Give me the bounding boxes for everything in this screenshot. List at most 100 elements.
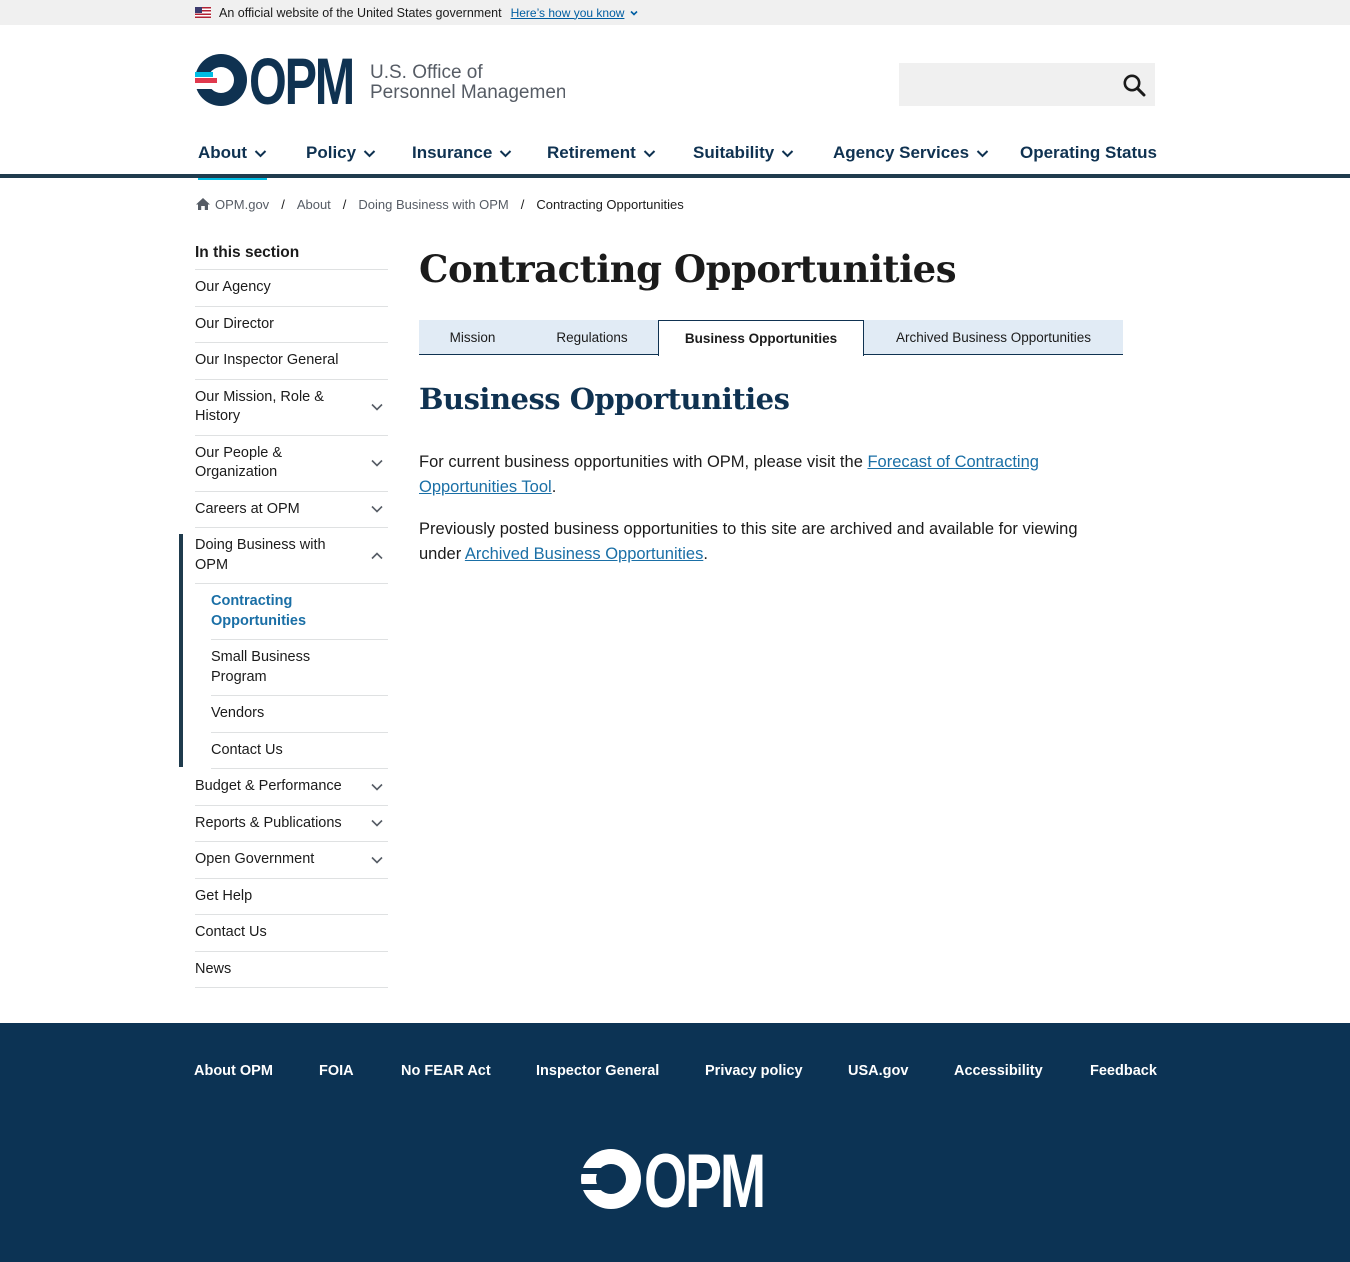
sidebar-item-get-help[interactable]: Get Help [195,879,388,915]
nav-policy[interactable]: Policy [306,132,376,174]
page-title: Contracting Opportunities [419,247,957,291]
heres-how-you-know-link[interactable]: Here’s how you know [511,6,625,20]
nav-insurance[interactable]: Insurance [412,132,512,174]
paragraph-text: . [703,545,708,563]
sidebar-item-budget-performance[interactable]: Budget & Performance [195,769,388,806]
sidebar-nav: In this section Our Agency Our Director … [195,243,388,988]
sidebar-subitem-contracting-opportunities[interactable]: Contracting Opportunities [211,584,388,640]
chevron-down-icon[interactable] [370,854,384,866]
tab-mission[interactable]: Mission [419,320,526,355]
sidebar-item-inspector-general[interactable]: Our Inspector General [195,343,388,380]
home-icon [196,198,210,210]
breadcrumb-doing-business-link[interactable]: Doing Business with OPM [358,197,508,212]
sidebar-item-label: Our People & Organization [195,444,283,481]
gov-banner: An official website of the United States… [0,0,1350,25]
sidebar-item-open-government[interactable]: Open Government [195,842,388,879]
nav-retirement[interactable]: Retirement [547,132,656,174]
footer-link-accessibility[interactable]: Accessibility [954,1063,1043,1079]
nav-about-label: About [198,143,248,162]
sidebar-item-contact-us[interactable]: Contact Us [195,915,388,952]
paragraph-text: . [551,478,557,496]
breadcrumb-home-link[interactable]: OPM.gov [215,197,269,212]
footer-link-feedback[interactable]: Feedback [1090,1063,1157,1079]
chevron-down-icon[interactable] [370,401,384,413]
sidebar-subitem-vendors[interactable]: Vendors [211,696,388,733]
tab-business-opportunities[interactable]: Business Opportunities [658,320,864,356]
paragraph-current-opportunities: For current business opportunities with … [419,450,1123,500]
logo-line2: Personnel Management [370,82,565,103]
sidebar-item-reports-publications[interactable]: Reports & Publications [195,806,388,842]
chevron-down-icon[interactable] [370,781,384,793]
breadcrumb-separator: / [520,196,525,212]
sidebar-title: In this section [195,243,388,270]
sidebar-item-label: Our Inspector General [195,352,339,368]
tab-label: Business Opportunities [684,331,838,346]
sidebar-item-doing-business[interactable]: Doing Business with OPM [195,528,388,584]
sidebar-item-label: Open Government [195,851,315,867]
site-footer: About OPM FOIA No FEAR Act Inspector Gen… [0,1023,1350,1262]
opm-logo[interactable]: OPM U.S. Office of Personnel Management [195,44,572,118]
paragraph-archived-opportunities: Previously posted business opportunities… [419,517,1123,567]
chevron-down-icon[interactable] [370,503,384,515]
nav-agency-services-label: Agency Services [833,143,970,162]
footer-link-inspector-general[interactable]: Inspector General [536,1063,659,1079]
section-title: Business Opportunities [419,382,790,416]
sidebar-item-label: Small Business Program [211,649,311,685]
sidebar-item-label: Get Help [195,887,253,904]
chevron-down-icon[interactable] [370,457,384,469]
chevron-down-icon[interactable] [629,8,639,18]
sidebar-item-careers[interactable]: Careers at OPM [195,492,388,528]
sidebar-item-news[interactable]: News [195,952,388,988]
sidebar-item-people-organization[interactable]: Our People & Organization [195,436,388,492]
sidebar-item-label: Budget & Performance [195,778,342,794]
sidebar-subitem-contact-us[interactable]: Contact Us [211,733,388,769]
nav-about[interactable]: About [198,132,268,180]
sidebar-item-label: Careers at OPM [195,500,300,517]
archived-opportunities-link[interactable]: Archived Business Opportunities [465,545,703,563]
sidebar-subitem-small-business[interactable]: Small Business Program [211,640,388,696]
tab-regulations[interactable]: Regulations [526,320,658,355]
sidebar-item-our-director[interactable]: Our Director [195,307,388,343]
footer-opm-logo[interactable]: OPM [580,1139,767,1224]
chevron-up-icon[interactable] [370,550,384,562]
footer-link-privacy-policy[interactable]: Privacy policy [705,1063,803,1079]
search-icon [1123,74,1145,96]
tab-list: Mission Regulations Business Opportuniti… [419,320,1123,356]
footer-link-foia[interactable]: FOIA [319,1063,354,1079]
search-button[interactable] [1112,63,1155,106]
breadcrumb-separator: / [281,196,285,212]
chevron-down-icon [643,149,656,157]
footer-link-usa-gov[interactable]: USA.gov [848,1063,908,1079]
sidebar-item-mission-role-history[interactable]: Our Mission, Role & History [195,380,388,436]
chevron-down-icon [500,149,512,157]
sidebar-item-label: Reports & Publications [195,814,342,831]
logo-line1: U.S. Office of [370,62,483,83]
chevron-down-icon[interactable] [370,817,384,829]
opm-logo-mark-icon [580,1149,641,1209]
nav-operating-status[interactable]: Operating Status [1020,132,1157,174]
breadcrumb-separator: / [342,196,347,212]
nav-agency-services[interactable]: Agency Services [833,132,989,174]
sidebar-item-label: Doing Business with OPM [195,537,326,573]
tab-archived-business-opportunities[interactable]: Archived Business Opportunities [864,320,1123,355]
footer-link-about-opm[interactable]: About OPM [194,1063,273,1079]
breadcrumb-about-link[interactable]: About [297,197,331,212]
main-content: Contracting Opportunities Mission Regula… [419,243,1123,563]
sidebar-current-section-accent [179,534,183,767]
nav-suitability-label: Suitability [693,143,775,162]
sidebar-item-label: Contact Us [211,741,283,758]
nav-suitability[interactable]: Suitability [693,132,794,174]
chevron-down-icon [363,149,376,157]
sidebar-item-label: Contact Us [195,924,267,940]
tab-label: Mission [449,329,496,345]
footer-link-no-fear-act[interactable]: No FEAR Act [401,1063,491,1079]
footer-logo-letters: OPM [644,1148,764,1210]
sidebar-item-our-agency[interactable]: Our Agency [195,270,388,307]
primary-nav: About Policy Insurance Retirement Suitab… [0,132,1350,180]
nav-insurance-label: Insurance [412,143,493,162]
nav-policy-label: Policy [306,143,357,162]
breadcrumb-current: Contracting Opportunities [536,196,684,212]
sidebar-item-label: Our Director [195,315,274,332]
tab-label: Archived Business Opportunities [895,329,1092,345]
gov-banner-text: An official website of the United States… [219,5,502,20]
